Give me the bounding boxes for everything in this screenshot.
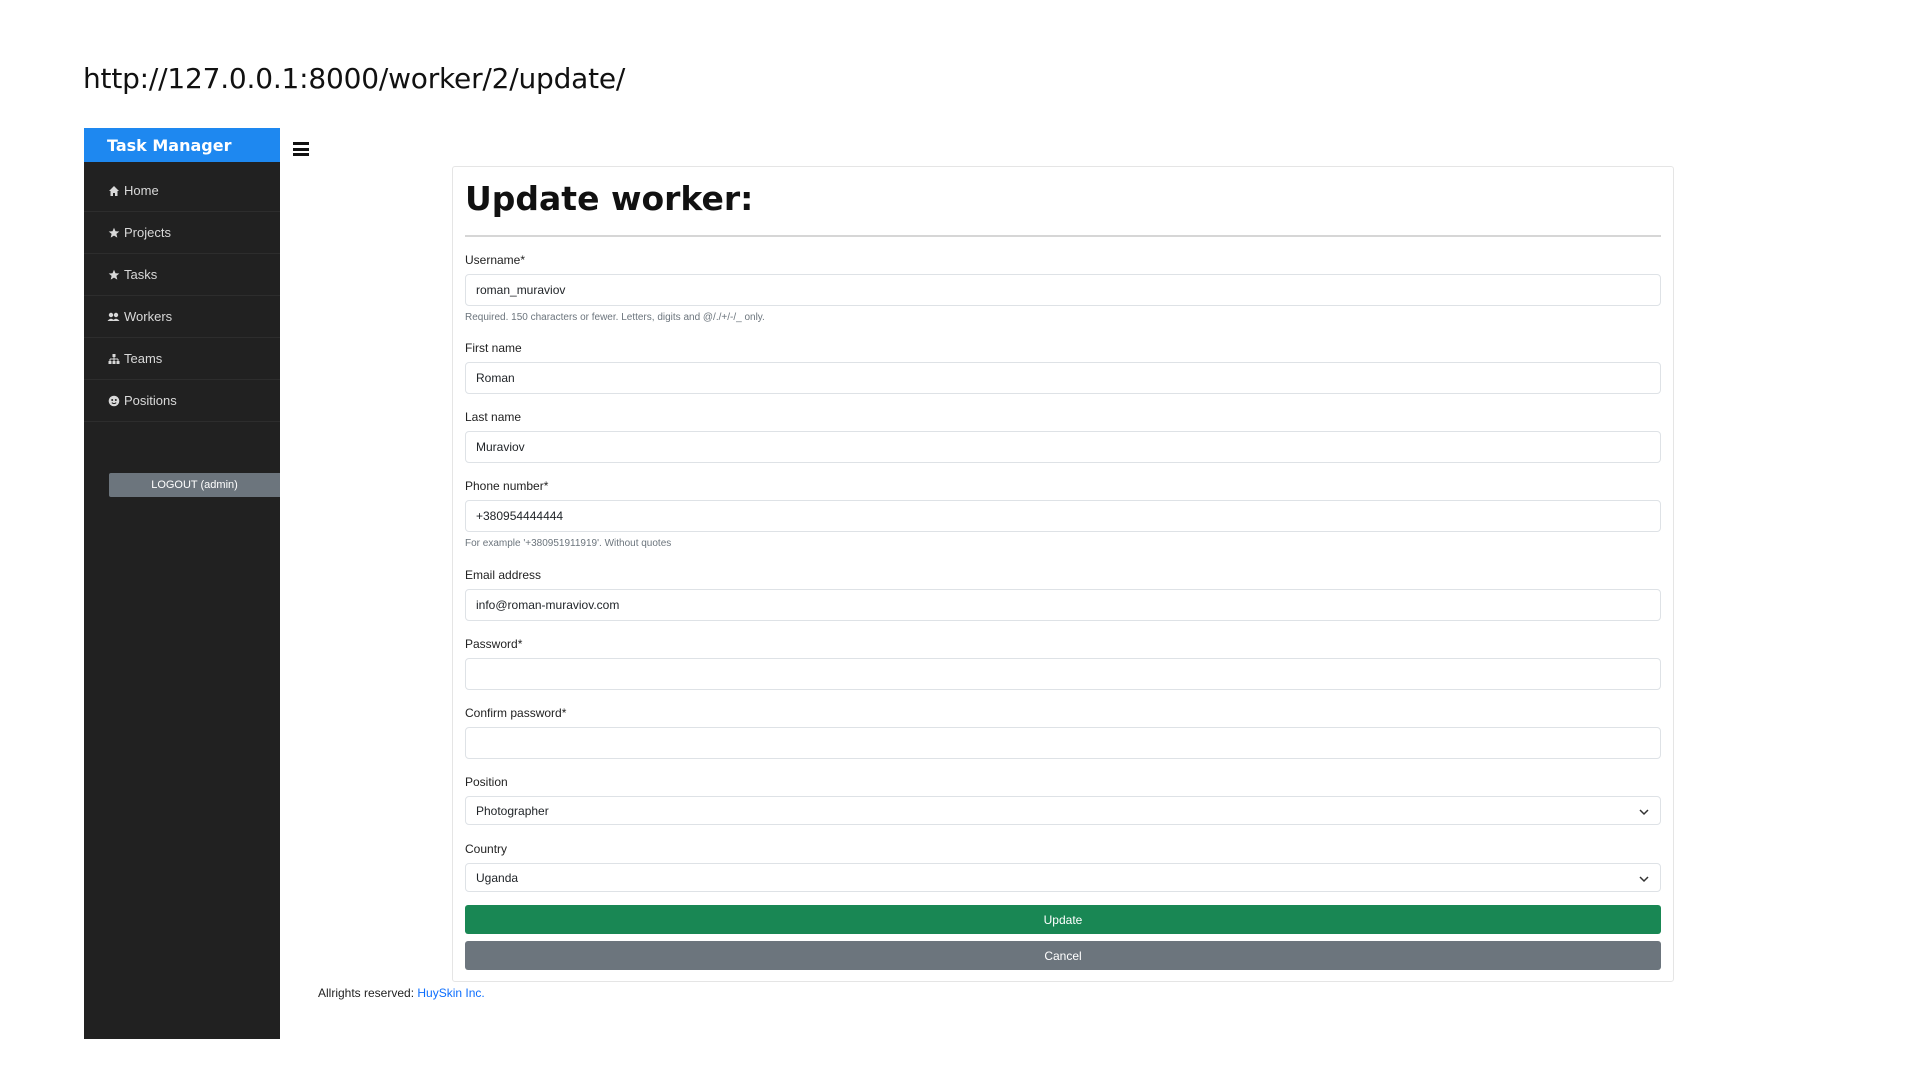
username-label: Username* — [465, 253, 526, 267]
sidebar-item-label: Positions — [124, 393, 177, 408]
country-label: Country — [465, 842, 508, 856]
update-worker-card: Update worker: Username* roman_muraviov … — [452, 166, 1674, 982]
email-label: Email address — [465, 568, 542, 582]
sidebar-item-label: Workers — [124, 309, 173, 324]
sidebar-item-projects[interactable]: Projects — [84, 212, 280, 254]
username-input[interactable]: roman_muraviov — [465, 274, 1661, 306]
password-label: Password* — [465, 637, 523, 651]
last-name-input[interactable]: Muraviov — [465, 431, 1661, 463]
sidebar-item-label: Home — [124, 183, 159, 198]
sitemap-icon — [107, 352, 120, 365]
footer: Allrights reserved: HuySkin Inc. — [318, 986, 485, 1000]
brand-title[interactable]: Task Manager — [84, 128, 280, 162]
first-name-input[interactable]: Roman — [465, 362, 1661, 394]
logout-button[interactable]: LOGOUT (admin) — [109, 473, 280, 497]
sidebar-item-tasks[interactable]: Tasks — [84, 254, 280, 296]
phone-number-label: Phone number* — [465, 479, 549, 493]
confirm-password-input[interactable] — [465, 727, 1661, 759]
country-selected-value: Uganda — [476, 870, 519, 885]
position-label: Position — [465, 775, 508, 789]
position-selected-value: Photographer — [476, 803, 549, 818]
sidebar-item-home[interactable]: Home — [84, 170, 280, 212]
last-name-label: Last name — [465, 410, 522, 424]
sidebar-nav: Home Projects Tasks Workers Teams Positi… — [84, 170, 280, 422]
first-name-label: First name — [465, 341, 522, 355]
sidebar-item-label: Teams — [124, 351, 163, 366]
country-select[interactable]: Uganda — [465, 863, 1661, 892]
menu-toggle-icon[interactable] — [293, 142, 309, 156]
sidebar-item-label: Projects — [124, 225, 171, 240]
position-select[interactable]: Photographer — [465, 796, 1661, 825]
chevron-down-icon — [1639, 809, 1649, 816]
confirm-password-label: Confirm password* — [465, 706, 567, 720]
sidebar-item-positions[interactable]: Positions — [84, 380, 280, 422]
username-help-text: Required. 150 characters or fewer. Lette… — [465, 312, 765, 323]
cancel-button[interactable]: Cancel — [465, 941, 1661, 970]
sidebar: Task Manager Home Projects Tasks Workers — [84, 128, 280, 1039]
sidebar-item-label: Tasks — [124, 267, 158, 282]
update-button[interactable]: Update — [465, 905, 1661, 934]
email-input[interactable]: info@roman-muraviov.com — [465, 589, 1661, 621]
title-divider — [465, 235, 1661, 237]
sidebar-item-workers[interactable]: Workers — [84, 296, 280, 338]
phone-help-text: For example '+380951911919'. Without quo… — [465, 538, 672, 549]
phone-number-input[interactable]: +380954444444 — [465, 500, 1661, 532]
page-title: Update worker: — [465, 179, 754, 218]
footer-company-link[interactable]: HuySkin Inc. — [417, 986, 484, 1000]
chevron-down-icon — [1639, 876, 1649, 883]
users-icon — [107, 310, 120, 323]
star-icon — [107, 226, 120, 239]
password-input[interactable] — [465, 658, 1661, 690]
face-icon — [107, 394, 120, 407]
footer-text: Allrights reserved: — [318, 986, 415, 1000]
star-icon — [107, 268, 120, 281]
url-caption: http://127.0.0.1:8000/worker/2/update/ — [83, 62, 626, 95]
sidebar-item-teams[interactable]: Teams — [84, 338, 280, 380]
home-icon — [107, 184, 120, 197]
